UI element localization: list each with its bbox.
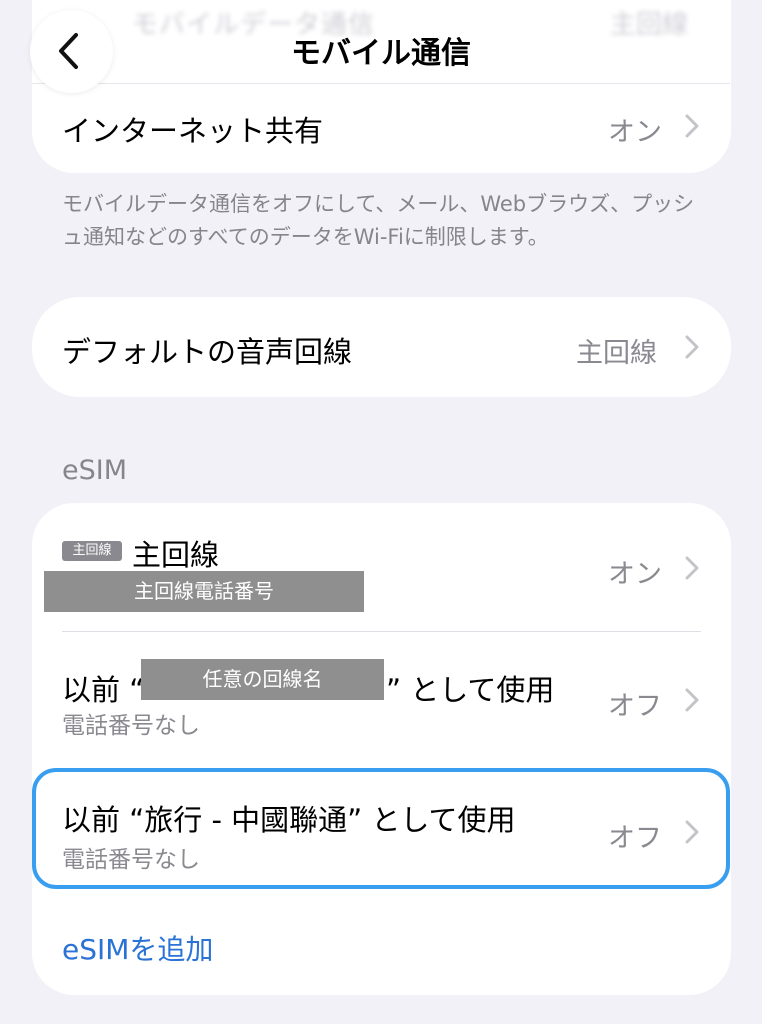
default-voice-line-row[interactable]: デフォルトの音声回線 主回線 bbox=[32, 297, 731, 397]
line-subtitle: 電話番号なし bbox=[62, 847, 200, 873]
line-status: オン bbox=[608, 559, 662, 590]
hotspot-row[interactable]: インターネット共有 オン bbox=[32, 84, 731, 172]
redacted-line-name: 任意の回線名 bbox=[141, 659, 384, 700]
line-title-prefix: 以前 “ bbox=[62, 673, 145, 707]
line-status: オフ bbox=[608, 823, 662, 854]
line-title-suffix: ” として使用 bbox=[386, 673, 555, 707]
default-voice-label: デフォルトの音声回線 bbox=[62, 335, 353, 369]
chevron-right-icon bbox=[685, 556, 699, 580]
line-status: オフ bbox=[608, 691, 662, 722]
line-badge: 主回線 bbox=[62, 541, 122, 561]
line-subtitle: 電話番号なし bbox=[62, 713, 200, 739]
chevron-right-icon bbox=[685, 820, 699, 844]
chevron-right-icon bbox=[685, 335, 699, 359]
line-title: 以前 “旅行 - 中國聯通” として使用 bbox=[62, 803, 516, 837]
page-title: モバイル通信 bbox=[291, 36, 471, 71]
default-voice-value: 主回線 bbox=[576, 338, 657, 369]
chevron-right-icon bbox=[685, 114, 699, 138]
chevron-right-icon bbox=[685, 688, 699, 712]
esim-section-header: eSIM bbox=[62, 455, 128, 486]
hotspot-label: インターネット共有 bbox=[62, 114, 324, 148]
add-esim-button[interactable]: eSIMを追加 bbox=[62, 928, 213, 968]
redacted-phone-number: 主回線電話番号 bbox=[44, 571, 364, 612]
hotspot-footnote: モバイルデータ通信をオフにして、メール、Webブラウズ、プッシュ通知などのすべて… bbox=[62, 192, 695, 249]
hotspot-value: オン bbox=[608, 117, 662, 148]
line-name: 主回線 bbox=[132, 538, 220, 572]
